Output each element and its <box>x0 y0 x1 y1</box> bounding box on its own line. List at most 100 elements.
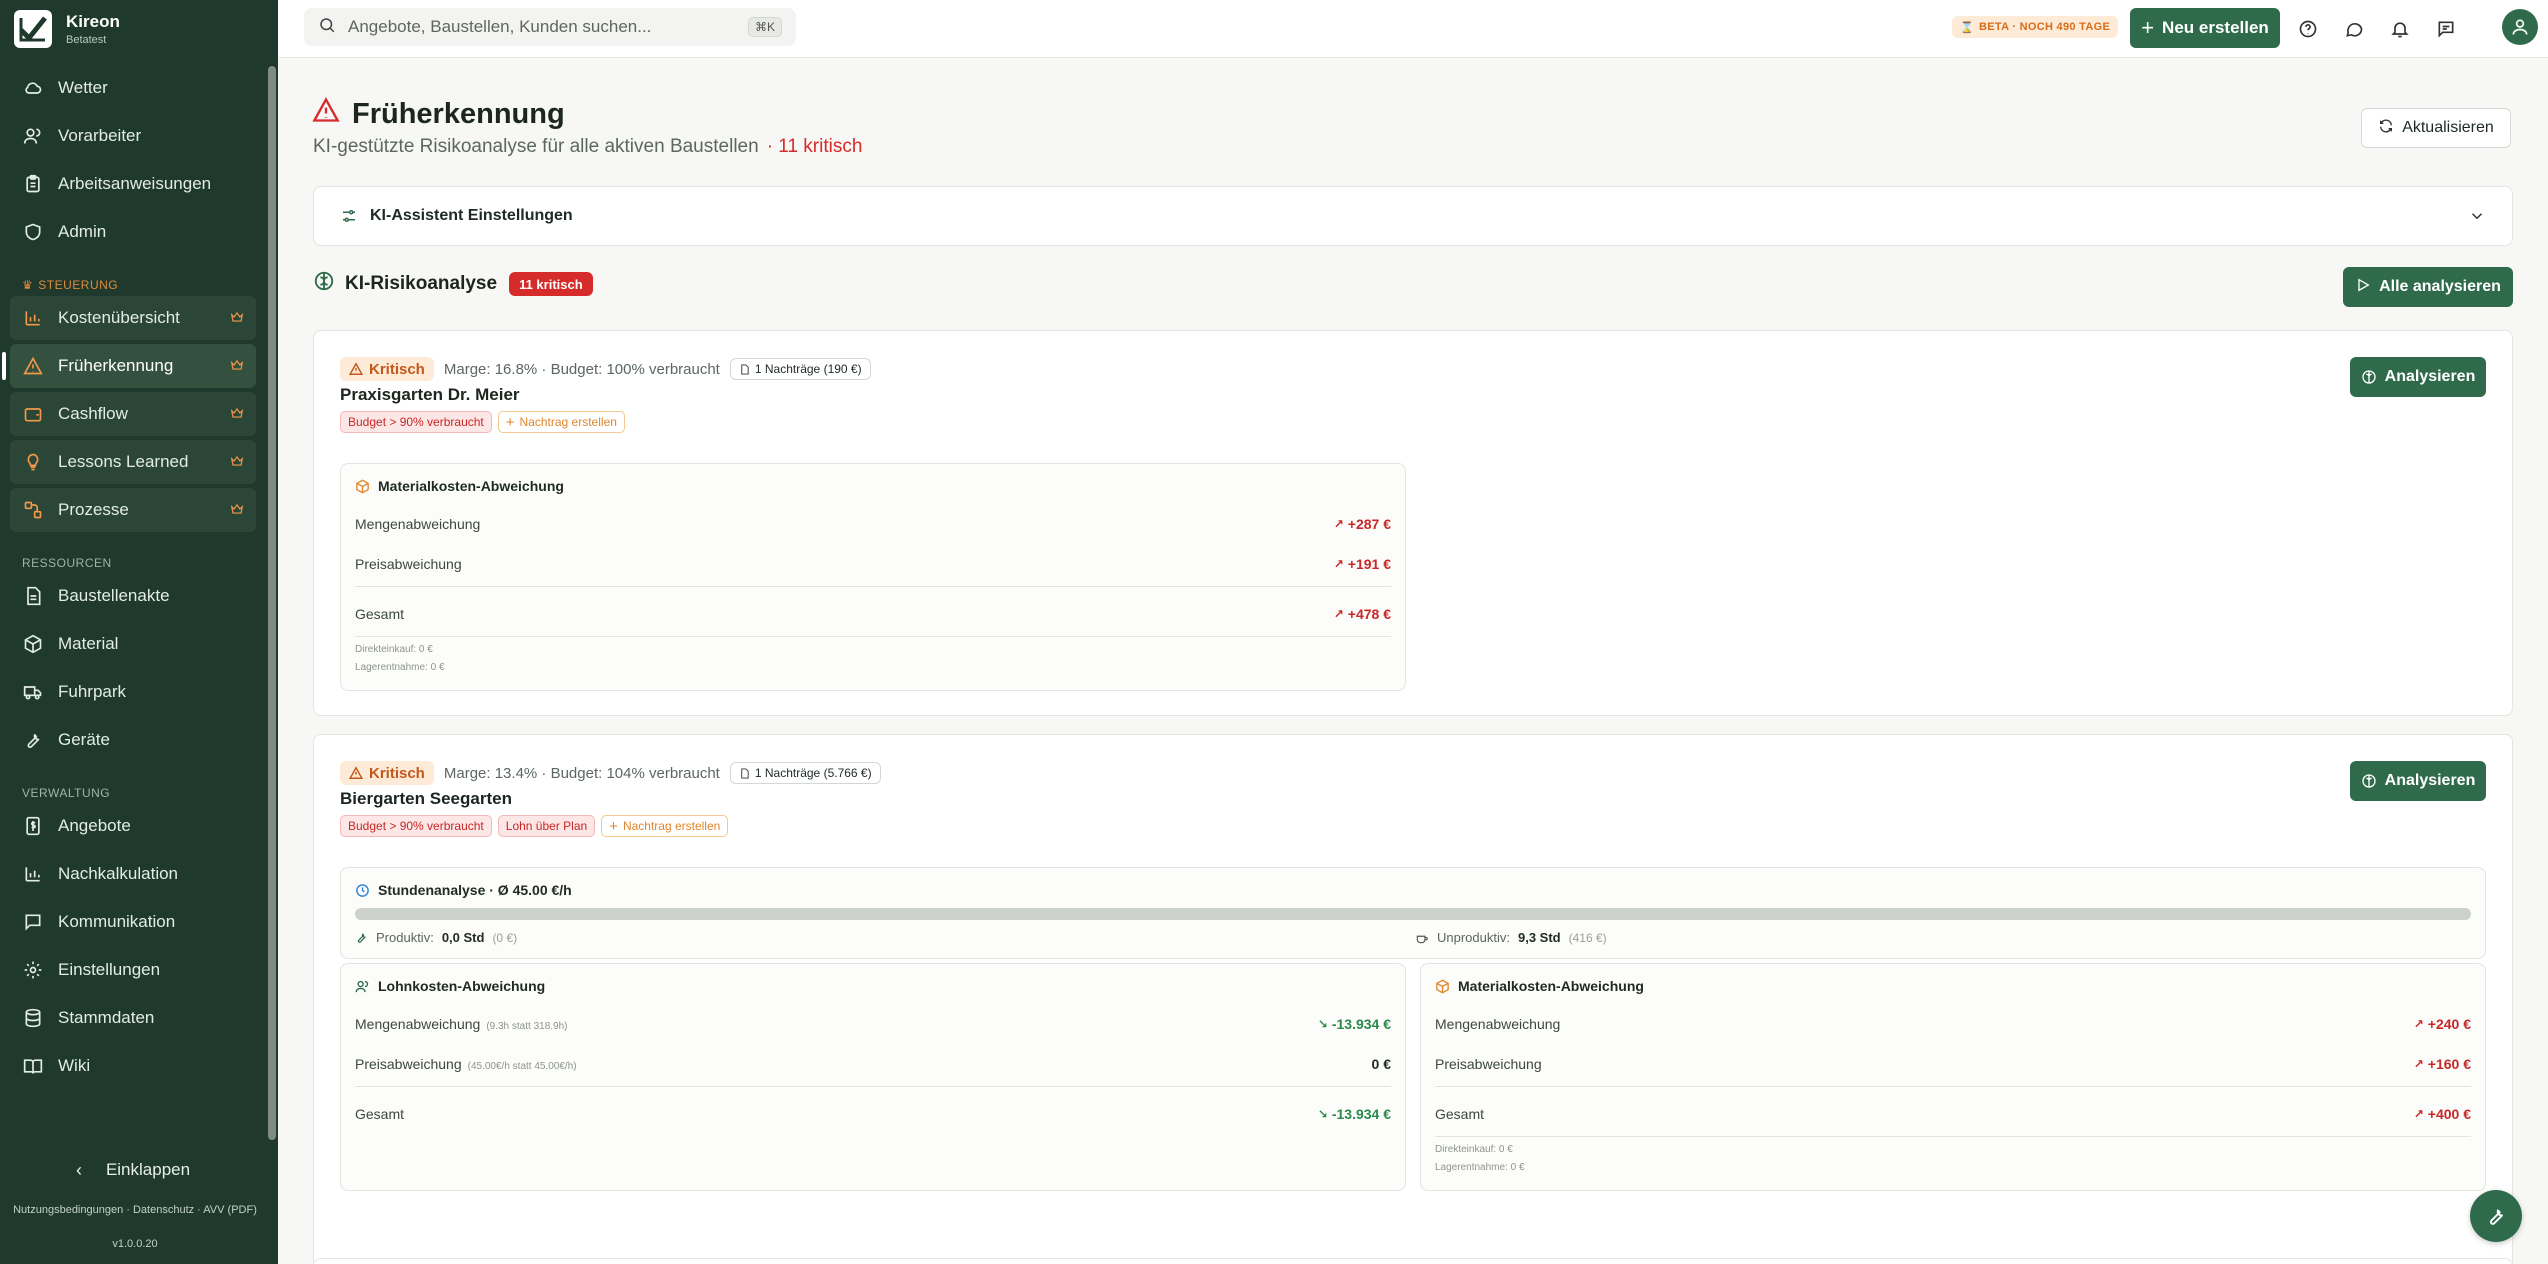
sidebar-item-label: Lessons Learned <box>58 452 189 471</box>
direct-purchase-note: Direkteinkauf: 0 € <box>1435 1144 1513 1155</box>
divider <box>355 636 1391 637</box>
bell-icon[interactable] <box>2388 17 2412 41</box>
wrench-icon <box>2489 1209 2504 1225</box>
status-badge: Kritisch <box>340 761 434 785</box>
section-label: STEUERUNG <box>38 278 119 292</box>
productive-label: Produktiv: <box>376 930 434 945</box>
app-subtitle: Betatest <box>66 34 107 46</box>
sidebar-item-kommunikation[interactable]: Kommunikation <box>10 900 256 944</box>
arrow-down-right-icon: ↘ <box>1317 1017 1328 1031</box>
plus-icon: + <box>2141 15 2155 40</box>
sidebar-item-label: Arbeitsanweisungen <box>58 174 212 193</box>
sidebar-item-cashflow[interactable]: Cashflow <box>10 392 256 436</box>
lightbulb-icon <box>22 451 44 473</box>
panel-title: Stundenanalyse · Ø 45.00 €/h <box>355 882 572 898</box>
sidebar-scrollbar[interactable] <box>268 66 276 1140</box>
row-value-text: +160 € <box>2427 1056 2471 1072</box>
crown-icon <box>230 357 244 377</box>
collapse-label: Einklappen <box>105 1160 191 1179</box>
brand[interactable]: Kireon Betatest <box>0 0 278 58</box>
ai-settings-accordion[interactable]: KI-Assistent Einstellungen <box>313 186 2513 246</box>
sidebar-item-baustellenakte[interactable]: Baustellenakte <box>10 574 256 618</box>
page-subtitle: KI-gestützte Risikoanalyse für alle akti… <box>313 136 862 158</box>
row-value: ↘ -13.934 € <box>1318 1016 1391 1032</box>
sidebar-item-frueherkennung[interactable]: Früherkennung <box>2 344 256 388</box>
sidebar-item-label: Admin <box>58 222 107 241</box>
sidebar-item-fuhrpark[interactable]: Fuhrpark <box>10 670 256 714</box>
invoice-icon <box>22 815 44 837</box>
arrow-up-right-icon: ↗ <box>1333 607 1344 621</box>
material-deviation-panel: Materialkosten-Abweichung Mengenabweichu… <box>1420 963 2486 1191</box>
sidebar-item-label: Fuhrpark <box>58 682 127 701</box>
card-meta: Kritisch Marge: 16.8% · Budget: 100% ver… <box>340 357 871 381</box>
search-input[interactable] <box>348 17 748 37</box>
sidebar-item-geraete[interactable]: Geräte <box>10 718 256 762</box>
page-title-text: Früherkennung <box>352 97 565 130</box>
sidebar-item-label: Wiki <box>58 1056 91 1075</box>
page-title: Früherkennung <box>312 96 565 132</box>
nachtraege-badge[interactable]: 1 Nachträge (5.766 €) <box>729 762 881 784</box>
sidebar-item-prozesse[interactable]: Prozesse <box>10 488 256 532</box>
divider <box>355 1086 1391 1087</box>
row-note: (45.00€/h statt 45.00€/h) <box>467 1061 577 1072</box>
unproductive-hours: Unproduktiv: 9,3 Std (416 €) <box>1415 930 1607 945</box>
panel-title: Lohnkosten-Abweichung <box>355 978 545 994</box>
sidebar-nav: Wetter Vorarbeiter Arbeitsanweisungen Ad… <box>0 62 266 1092</box>
sidebar-item-stammdaten[interactable]: Stammdaten <box>10 996 256 1040</box>
tools-fab-button[interactable] <box>2470 1190 2522 1242</box>
refresh-button[interactable]: Aktualisieren <box>2361 108 2511 148</box>
users-icon <box>22 125 44 147</box>
sidebar-item-arbeitsanweisungen[interactable]: Arbeitsanweisungen <box>10 162 256 206</box>
collapse-button[interactable]: ‹ Einklappen <box>0 1150 266 1190</box>
status-badge: Kritisch <box>340 357 434 381</box>
crown-icon <box>230 405 244 425</box>
risk-card: Kritisch Marge: 13.4% · Budget: 104% ver… <box>313 734 2513 1264</box>
warning-icon <box>22 355 44 377</box>
warning-icon <box>349 362 363 375</box>
sidebar-item-label: Baustellenakte <box>58 586 170 605</box>
sidebar-item-wetter[interactable]: Wetter <box>10 66 256 110</box>
analyze-all-button[interactable]: Alle analysieren <box>2343 267 2513 307</box>
row-value-text: -13.934 € <box>1331 1106 1391 1122</box>
row-label: Gesamt <box>355 606 405 622</box>
risk-card: Kritisch Marge: 16.8% · Budget: 100% ver… <box>313 330 2513 716</box>
footer-links[interactable]: Nutzungsbedingungen · Datenschutz · AVV … <box>10 1202 260 1218</box>
sidebar-item-kostenuebersicht[interactable]: Kostenübersicht <box>10 296 256 340</box>
nachtraege-badge[interactable]: 1 Nachträge (190 €) <box>729 358 871 380</box>
create-nachtrag-button[interactable]: + Nachtrag erstellen <box>601 815 729 837</box>
sidebar-item-admin[interactable]: Admin <box>10 210 256 254</box>
row-value-text: 0 € <box>1371 1056 1391 1072</box>
row-value: ↗ +160 € <box>2414 1056 2471 1072</box>
new-create-button[interactable]: + Neu erstellen <box>2130 8 2280 48</box>
sidebar-item-label: Stammdaten <box>58 1008 155 1027</box>
search-box[interactable]: ⌘K <box>304 8 796 46</box>
sidebar-item-lessons-learned[interactable]: Lessons Learned <box>10 440 256 484</box>
sidebar-item-vorarbeiter[interactable]: Vorarbeiter <box>10 114 256 158</box>
messages-icon[interactable] <box>2434 17 2458 41</box>
section-steuerung: ♛ STEUERUNG <box>0 268 266 292</box>
status-label: Kritisch <box>369 360 425 378</box>
main-content: Früherkennung KI-gestützte Risikoanalyse… <box>278 58 2548 1264</box>
stock-withdrawal-note: Lagerentnahme: 0 € <box>355 662 445 673</box>
analyze-button[interactable]: Analysieren <box>2350 761 2486 801</box>
play-icon <box>2355 277 2379 298</box>
help-icon[interactable] <box>2296 17 2320 41</box>
user-avatar[interactable] <box>2502 9 2538 45</box>
project-title[interactable]: Biergarten Seegarten <box>340 789 512 809</box>
sidebar-item-angebote[interactable]: Angebote <box>10 804 256 848</box>
sidebar-item-material[interactable]: Material <box>10 622 256 666</box>
bar-chart-icon <box>22 307 44 329</box>
sidebar-item-nachkalkulation[interactable]: Nachkalkulation <box>10 852 256 896</box>
section-verwaltung: VERWALTUNG <box>22 786 111 800</box>
stock-withdrawal-note: Lagerentnahme: 0 € <box>1435 1162 1525 1173</box>
sidebar-item-einstellungen[interactable]: Einstellungen <box>10 948 256 992</box>
analyze-button[interactable]: Analysieren <box>2350 357 2486 397</box>
row-value-text: +478 € <box>1347 606 1391 622</box>
create-nachtrag-button[interactable]: + Nachtrag erstellen <box>497 411 625 433</box>
warning-icon <box>349 766 363 779</box>
project-title[interactable]: Praxisgarten Dr. Meier <box>340 385 520 405</box>
sidebar-item-label: Prozesse <box>58 500 129 519</box>
refresh-icon <box>2378 118 2402 139</box>
chat-icon[interactable] <box>2342 17 2366 41</box>
sidebar-item-wiki[interactable]: Wiki <box>10 1044 256 1088</box>
